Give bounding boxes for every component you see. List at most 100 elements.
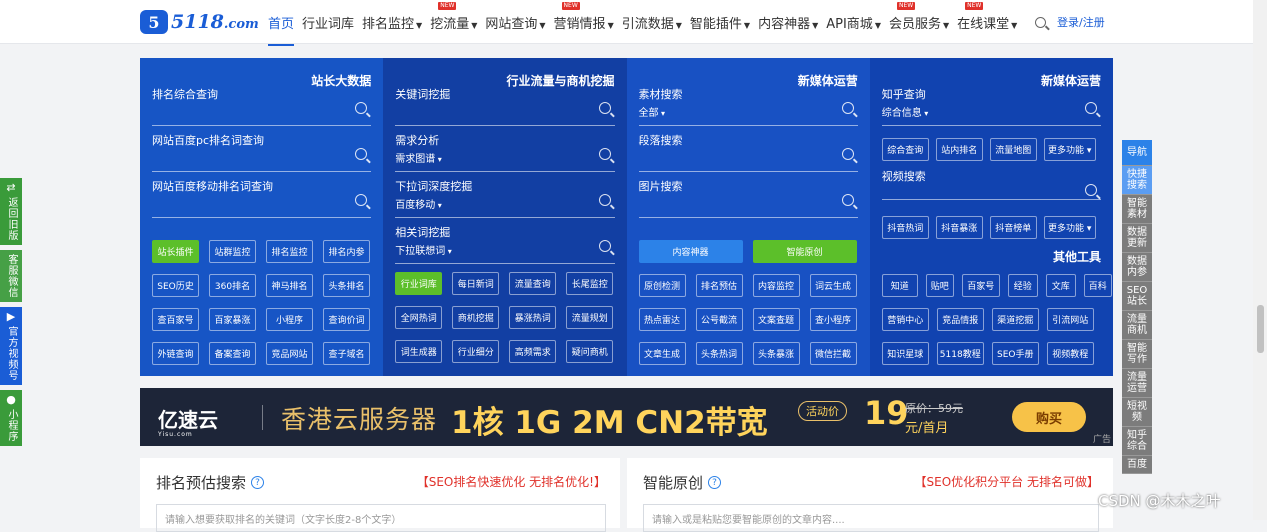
tool-button[interactable]: 全网热词 xyxy=(395,306,443,329)
search-field[interactable]: 网站百度移动排名词查询 xyxy=(152,178,372,218)
right-nav-item[interactable]: 知乎综合 xyxy=(1122,427,1152,456)
right-nav-item[interactable]: 流量运营 xyxy=(1122,369,1152,398)
tool-button[interactable]: 排名内参 xyxy=(323,240,370,263)
nav-item[interactable]: 网站查询 ▼ xyxy=(485,13,545,32)
search-icon[interactable] xyxy=(598,240,611,252)
tool-button[interactable]: SEO历史 xyxy=(152,274,199,297)
tool-button[interactable]: 营销中心 xyxy=(881,308,929,331)
search-field[interactable]: 需求分析 需求图谱 xyxy=(395,132,615,172)
tool-button[interactable]: 360排名 xyxy=(209,274,256,297)
field-dropdown[interactable]: 下拉联想词 xyxy=(395,242,452,257)
tool-button[interactable]: 排名预估 xyxy=(695,274,743,297)
search-field[interactable]: 素材搜索 全部 xyxy=(638,86,858,126)
right-nav-item[interactable]: 智能写作 xyxy=(1122,340,1152,369)
tool-button[interactable]: 原创检测 xyxy=(638,274,686,297)
nav-item[interactable]: 内容神器 ▼ xyxy=(758,13,818,32)
tool-button[interactable]: 内容监控 xyxy=(752,274,800,297)
search-icon[interactable] xyxy=(598,194,611,206)
right-nav-item[interactable]: 导航 xyxy=(1122,140,1152,166)
tool-button[interactable]: 渠道挖掘 xyxy=(991,308,1039,331)
tool-button[interactable]: 微信拦截 xyxy=(809,342,857,365)
help-icon[interactable]: ? xyxy=(708,476,722,489)
right-nav-item[interactable]: 智能素材 xyxy=(1122,195,1152,224)
search-icon[interactable] xyxy=(1035,16,1046,28)
tool-button[interactable]: 小程序 xyxy=(266,308,313,331)
tool-button[interactable]: 行业细分 xyxy=(452,340,500,363)
right-nav-item[interactable]: 流量商机 xyxy=(1122,311,1152,340)
tool-button[interactable]: 头条暴涨 xyxy=(752,342,800,365)
function-button[interactable]: 流量地图 xyxy=(989,138,1037,161)
left-tab[interactable]: 客服微信 xyxy=(0,250,22,302)
tool-button[interactable]: 行业词库 xyxy=(395,272,443,295)
search-icon[interactable] xyxy=(841,102,854,114)
function-button[interactable]: 抖音暴涨 xyxy=(935,216,983,239)
tool-button[interactable]: 引流网站 xyxy=(1046,308,1094,331)
search-field[interactable]: 图片搜索 xyxy=(638,178,858,218)
search-icon[interactable] xyxy=(355,102,368,114)
tool-button[interactable]: 商机挖掘 xyxy=(452,306,500,329)
tool-button[interactable]: 站群监控 xyxy=(209,240,256,263)
tool-button[interactable]: 长尾监控 xyxy=(566,272,614,295)
search-icon[interactable] xyxy=(841,148,854,160)
tool-button[interactable]: 流量查询 xyxy=(509,272,557,295)
nav-item[interactable]: 行业词库 xyxy=(302,13,354,32)
tool-button[interactable]: 公号截流 xyxy=(695,308,743,331)
search-field[interactable]: 段落搜索 xyxy=(638,132,858,172)
left-tab[interactable]: ● 小程序 xyxy=(0,390,22,446)
smart-original-button[interactable]: 智能原创 xyxy=(752,240,857,263)
tool-button[interactable]: 高频需求 xyxy=(509,340,557,363)
function-button[interactable]: 更多功能 ▾ xyxy=(1043,216,1096,239)
function-button[interactable]: 站内排名 xyxy=(935,138,983,161)
search-field[interactable]: 相关词挖掘 下拉联想词 xyxy=(395,224,615,264)
card-promo-link[interactable]: 【SEO优化积分平台 无排名可做】 xyxy=(915,473,1099,490)
search-field[interactable]: 网站百度pc排名词查询 xyxy=(152,132,372,172)
tool-button[interactable]: 流量规划 xyxy=(566,306,614,329)
article-content-input[interactable]: 请输入或是粘贴您要智能原创的文章内容.... xyxy=(643,504,1099,532)
help-icon[interactable]: ? xyxy=(251,476,265,489)
function-button[interactable]: 抖音热词 xyxy=(881,216,929,239)
field-dropdown[interactable]: 需求图谱 xyxy=(395,150,442,165)
tool-button[interactable]: 疑问商机 xyxy=(566,340,614,363)
tool-button[interactable]: 百科 xyxy=(1083,274,1112,297)
left-tab[interactable]: ▶ 官方视频号 xyxy=(0,307,22,385)
login-link[interactable]: 登录/注册 xyxy=(1057,14,1105,30)
search-field[interactable]: 排名综合查询 xyxy=(152,86,372,126)
tool-button[interactable]: 视频教程 xyxy=(1046,342,1094,365)
search-icon[interactable] xyxy=(841,194,854,206)
scrollbar[interactable] xyxy=(1253,0,1267,520)
tool-button[interactable]: 百家号 xyxy=(961,274,1000,297)
tool-button[interactable]: 文章生成 xyxy=(638,342,686,365)
tool-button[interactable]: 查子域名 xyxy=(323,342,370,365)
nav-item[interactable]: 引流数据 ▼ xyxy=(622,13,682,32)
search-icon[interactable] xyxy=(598,148,611,160)
search-icon[interactable] xyxy=(1085,184,1097,196)
search-icon[interactable] xyxy=(355,194,368,206)
right-nav-item[interactable]: SEO站长 xyxy=(1122,282,1152,311)
tool-button[interactable]: 百家暴涨 xyxy=(209,308,256,331)
tool-button[interactable]: 查百家号 xyxy=(152,308,199,331)
field-dropdown[interactable]: 综合信息 xyxy=(882,104,929,119)
tool-button[interactable]: 暴涨热词 xyxy=(509,306,557,329)
tool-button[interactable]: 热点雷达 xyxy=(638,308,686,331)
search-icon[interactable] xyxy=(1085,102,1097,114)
search-field[interactable]: 下拉词深度挖掘 百度移动 xyxy=(395,178,615,218)
right-nav-item[interactable]: 数据更新 xyxy=(1122,224,1152,253)
tool-button[interactable]: 文库 xyxy=(1045,274,1076,297)
field-dropdown[interactable]: 百度移动 xyxy=(395,196,442,211)
tool-button[interactable]: 外链查询 xyxy=(152,342,199,365)
tool-button[interactable]: 贴吧 xyxy=(925,274,954,297)
right-nav-item[interactable]: 快捷搜索 xyxy=(1122,166,1152,195)
tool-button[interactable]: 词生成器 xyxy=(395,340,443,363)
rank-keyword-input[interactable]: 请输入想要获取排名的关键词（文字长度2-8个文字） xyxy=(156,504,606,532)
tool-button[interactable]: 竞品网站 xyxy=(266,342,313,365)
tool-button[interactable]: 排名监控 xyxy=(266,240,313,263)
nav-item[interactable]: 会员服务 ▼ NEW xyxy=(889,1,949,32)
nav-item[interactable]: 首页 xyxy=(268,13,295,46)
function-button[interactable]: 更多功能 ▾ xyxy=(1043,138,1096,161)
tool-button[interactable]: 词云生成 xyxy=(809,274,857,297)
search-icon[interactable] xyxy=(598,102,611,114)
tool-button[interactable]: 查小程序 xyxy=(809,308,857,331)
tool-button[interactable]: SEO手册 xyxy=(991,342,1039,365)
scrollbar-thumb[interactable] xyxy=(1257,305,1264,353)
ad-banner[interactable]: 亿速云 Yisu.com 香港云服务器 1核 1G 2M CN2带宽 活动价 19… xyxy=(140,388,1113,446)
